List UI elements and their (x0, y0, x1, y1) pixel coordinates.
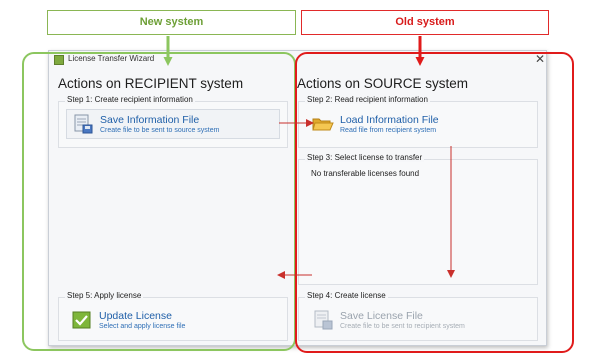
flow-arrows (163, 36, 455, 279)
